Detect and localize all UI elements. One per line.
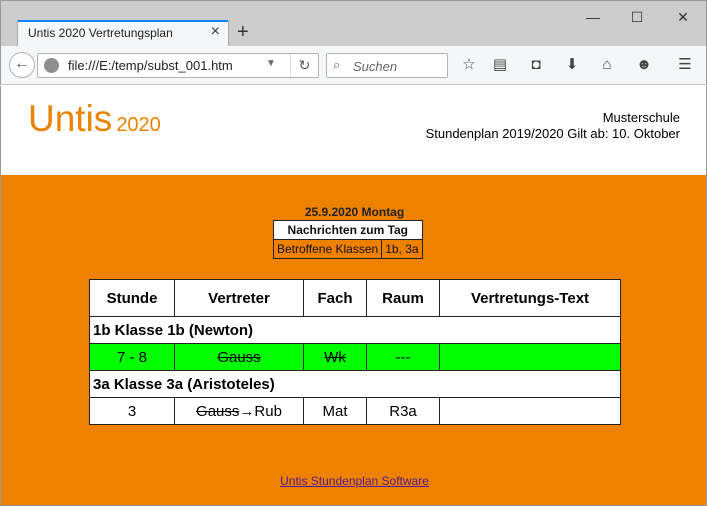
substitution-content: 25.9.2020 Montag Nachrichten zum Tag Bet… [0, 175, 707, 506]
table-row: 3 Gauss→Rub Mat R3a [89, 397, 621, 425]
col-header-vertreter: Vertreter [174, 279, 304, 317]
browser-tab[interactable]: Untis 2020 Vertretungsplan × [17, 20, 229, 47]
logo-year: 2020 [116, 114, 161, 136]
cell-text [439, 397, 621, 425]
cell-fach: Mat [303, 397, 367, 425]
cell-stunde: 7 - 8 [89, 343, 175, 371]
maximize-icon[interactable]: ☐ [615, 5, 659, 29]
col-header-stunde: Stunde [89, 279, 175, 317]
col-header-raum: Raum [366, 279, 440, 317]
browser-toolbar: ← file:///E:/temp/subst_001.htm ▼ ↻ ⌕ Su… [0, 46, 707, 85]
cell-stunde: 3 [89, 397, 175, 425]
search-icon: ⌕ [333, 57, 341, 72]
plan-line: Stundenplan 2019/2020 Gilt ab: 10. Oktob… [425, 126, 680, 141]
page-header: Untis 2020 Musterschule Stundenplan 2019/… [0, 86, 707, 175]
back-arrow-icon[interactable]: ← [9, 52, 35, 78]
col-header-fach: Fach [303, 279, 367, 317]
new-tab-icon[interactable]: + [237, 21, 249, 44]
bookmark-star-icon[interactable]: ☆ [458, 54, 480, 76]
pocket-icon[interactable]: ◘ [525, 54, 547, 76]
logo-main: Untis [28, 98, 113, 139]
cell-vertreter-old: Gauss [217, 348, 261, 366]
download-icon[interactable]: ⬇ [561, 54, 583, 76]
globe-icon [44, 58, 59, 73]
table-header-row: Stunde Vertreter Fach Raum Vertretungs-T… [89, 279, 621, 317]
class-group-row: 1b Klasse 1b (Newton) [89, 316, 621, 344]
tab-title: Untis 2020 Vertretungsplan [28, 26, 173, 40]
home-icon[interactable]: ⌂ [596, 54, 618, 76]
reading-list-icon[interactable]: ▤ [489, 54, 511, 76]
news-table: Nachrichten zum Tag Betroffene Klassen 1… [272, 220, 423, 259]
table-row: 7 - 8 Gauss Wk --- [89, 343, 621, 371]
date-title: 25.9.2020 Montag [304, 205, 405, 219]
url-dropdown-icon[interactable]: ▼ [266, 58, 276, 69]
news-header: Nachrichten zum Tag [273, 220, 423, 240]
emoji-icon[interactable]: ☻ [633, 54, 655, 76]
minimize-icon[interactable]: — [571, 5, 615, 29]
reload-icon[interactable]: ↻ [290, 54, 318, 77]
cell-raum: R3a [366, 397, 440, 425]
class-group-title: 3a Klasse 3a (Aristoteles) [89, 370, 621, 398]
url-text[interactable]: file:///E:/temp/subst_001.htm [68, 58, 233, 73]
news-label: Betroffene Klassen [272, 239, 383, 259]
search-bar[interactable]: ⌕ Suchen [326, 53, 448, 78]
window-titlebar: Untis 2020 Vertretungsplan × + — ☐ ✕ [0, 0, 707, 47]
school-info: Musterschule Stundenplan 2019/2020 Gilt … [426, 110, 680, 142]
untis-software-link[interactable]: Untis Stundenplan Software [1, 474, 707, 488]
url-bar[interactable]: file:///E:/temp/subst_001.htm ▼ ↻ [37, 53, 319, 78]
cell-fach: Wk [303, 343, 367, 371]
cell-vertreter: Gauss [174, 343, 304, 371]
col-header-text: Vertretungs-Text [439, 279, 621, 317]
search-placeholder[interactable]: Suchen [353, 59, 397, 74]
class-group-row: 3a Klasse 3a (Aristoteles) [89, 370, 621, 398]
news-value: 1b, 3a [381, 239, 423, 259]
cell-raum: --- [366, 343, 440, 371]
substitution-table: Stunde Vertreter Fach Raum Vertretungs-T… [89, 279, 621, 425]
cell-vertreter-new: →Rub [239, 402, 282, 420]
window-close-icon[interactable]: ✕ [661, 5, 705, 29]
menu-icon[interactable]: ☰ [674, 54, 696, 76]
cell-vertreter-old: Gauss [196, 402, 240, 420]
cell-text [439, 343, 621, 371]
cell-vertreter: Gauss→Rub [174, 397, 304, 425]
cell-fach-old: Wk [324, 348, 346, 366]
tab-close-icon[interactable]: × [211, 23, 220, 41]
class-group-title: 1b Klasse 1b (Newton) [89, 316, 621, 344]
untis-logo: Untis 2020 [28, 98, 161, 140]
tab-accent [18, 20, 228, 22]
school-name: Musterschule [602, 110, 680, 125]
